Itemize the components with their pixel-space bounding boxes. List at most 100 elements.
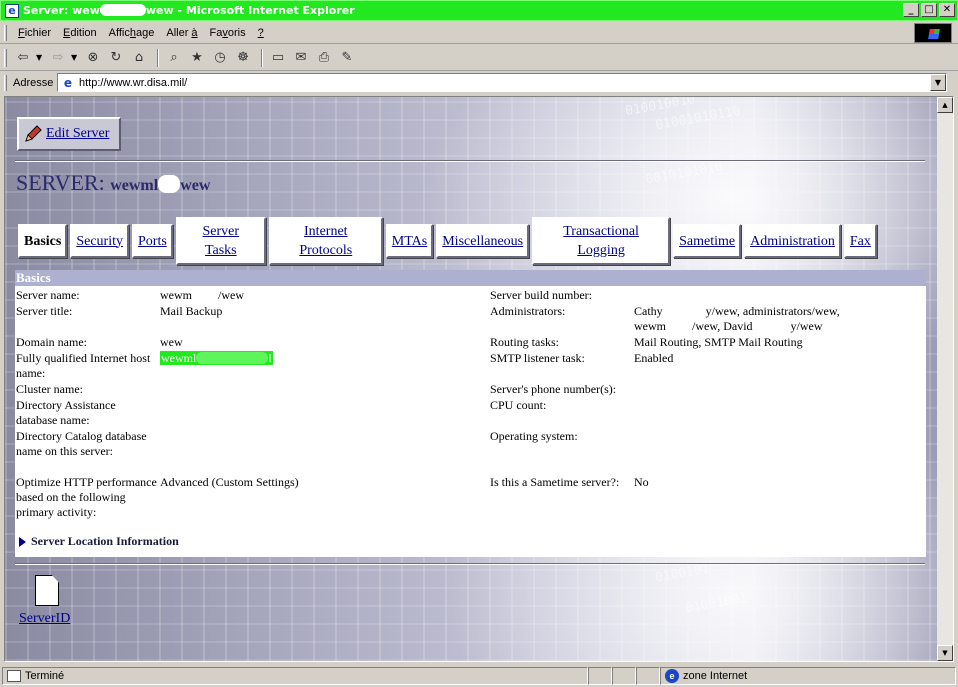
menu-help[interactable]: ?: [252, 27, 270, 39]
content-viewport: 010010010 01001010110 0010101010 0100101…: [4, 96, 954, 662]
tab-security-link[interactable]: Security: [76, 232, 123, 251]
print-icon[interactable]: ⎙: [314, 48, 334, 68]
vertical-scrollbar[interactable]: ▲ ▼: [937, 97, 953, 661]
server-name-value: wewm/wew: [160, 288, 244, 302]
toolbar-separator: [261, 48, 263, 67]
address-grip: [4, 75, 7, 91]
status-cell: [588, 666, 612, 685]
toolbar-separator: [157, 48, 159, 67]
menu-affichage[interactable]: Affichage: [103, 27, 161, 39]
basics-section-header: Basics: [15, 270, 926, 286]
minimize-button[interactable]: _: [903, 3, 919, 17]
page-done-icon: [7, 669, 21, 682]
field-label: Administrators:: [490, 304, 566, 318]
field-label: SMTP listener task:: [490, 351, 585, 365]
field-label: Operating system:: [490, 429, 578, 443]
toolbar-grip: [4, 48, 7, 67]
field-label: Directory Catalog database name on this …: [16, 429, 147, 458]
home-icon[interactable]: ⌂: [129, 48, 149, 68]
edit-server-link[interactable]: Edit Server: [46, 126, 109, 142]
fullscreen-icon[interactable]: ▭: [268, 48, 288, 68]
zone-cell: e zone Internet: [660, 666, 956, 685]
divider: [15, 563, 925, 565]
close-button[interactable]: ✕: [939, 3, 955, 17]
windows-logo-icon: [914, 23, 952, 43]
tab-fax[interactable]: Fax: [843, 224, 877, 258]
field-label: Cluster name:: [16, 382, 83, 396]
maximize-button[interactable]: □: [921, 3, 937, 17]
field-label: Directory Assistance database name:: [16, 398, 116, 427]
sametime-server-value: No: [634, 475, 649, 489]
forward-icon[interactable]: ⇨: [48, 48, 68, 68]
tab-transactional-logging[interactable]: Transactional Logging: [532, 217, 671, 265]
back-icon[interactable]: ⇦: [13, 48, 33, 68]
search-icon[interactable]: ⌕: [164, 48, 184, 68]
tab-mtas-link[interactable]: MTAs: [392, 232, 427, 251]
server-location-toggle[interactable]: Server Location Information: [19, 534, 179, 549]
tab-server-tasks-link[interactable]: Server Tasks: [203, 222, 240, 260]
tab-security[interactable]: Security: [70, 224, 129, 258]
channels-icon[interactable]: ☸: [233, 48, 253, 68]
document-icon: [35, 575, 59, 606]
background-binary: 0010101010: [644, 159, 724, 188]
field-label: Optimize HTTP performance based on the f…: [16, 475, 157, 519]
edit-icon[interactable]: ✎: [337, 48, 357, 68]
tab-sametime-link[interactable]: Sametime: [679, 232, 735, 251]
tab-ports-link[interactable]: Ports: [138, 232, 167, 251]
mail-icon[interactable]: ✉: [291, 48, 311, 68]
tab-basics[interactable]: Basics: [18, 224, 68, 258]
field-label: Server build number:: [490, 288, 592, 302]
field-label: Server name:: [16, 288, 80, 302]
server-title-value: Mail Backup: [160, 304, 223, 318]
scroll-up-icon[interactable]: ▲: [937, 97, 953, 113]
tab-miscellaneous[interactable]: Miscellaneous: [436, 224, 530, 258]
internet-zone-icon: e: [665, 668, 679, 683]
scroll-down-icon[interactable]: ▼: [937, 645, 953, 661]
back-dropdown-icon[interactable]: ▼: [36, 53, 44, 62]
tab-server-tasks[interactable]: Server Tasks: [175, 217, 266, 265]
tab-internet-protocols[interactable]: Internet Protocols: [268, 217, 383, 265]
administrators-value: Cathy y/wew, administrators/wew, wewm/we…: [634, 304, 840, 333]
menu-bar: Fichier Edition Affichage Aller à Favori…: [0, 22, 958, 44]
tab-mtas[interactable]: MTAs: [385, 224, 434, 258]
tab-fax-link[interactable]: Fax: [850, 232, 871, 251]
tab-miscellaneous-link[interactable]: Miscellaneous: [442, 232, 523, 251]
tab-ports[interactable]: Ports: [132, 224, 173, 258]
basics-section: Server name: Server title: Domain name: …: [15, 286, 926, 557]
toolbar: ⇦ ▼ ⇨ ▼ ⊗ ↻ ⌂ ⌕ ★ ◷ ☸ ▭ ✉ ⎙ ✎: [0, 45, 958, 71]
window-title: Server: wew wew - Microsoft Internet Expl…: [23, 4, 355, 17]
page-icon: e: [63, 75, 73, 90]
menu-favoris[interactable]: Favoris: [204, 27, 252, 39]
address-input[interactable]: [79, 76, 930, 89]
tab-transactional-logging-link[interactable]: Transactional Logging: [563, 222, 639, 260]
serverid-link[interactable]: ServerID: [19, 611, 70, 627]
pencil-icon: [25, 125, 42, 142]
address-field[interactable]: e ▼: [57, 73, 947, 92]
ie-page-icon[interactable]: e: [5, 3, 19, 18]
status-bar: Terminé e zone Internet: [0, 664, 958, 687]
refresh-icon[interactable]: ↻: [106, 48, 126, 68]
edit-server-button[interactable]: Edit Server: [17, 117, 121, 151]
forward-dropdown-icon[interactable]: ▼: [71, 53, 79, 62]
tab-sametime[interactable]: Sametime: [673, 224, 742, 258]
history-icon[interactable]: ◷: [210, 48, 230, 68]
favorites-icon[interactable]: ★: [187, 48, 207, 68]
tab-internet-protocols-link[interactable]: Internet Protocols: [299, 222, 352, 260]
status-text-cell: Terminé: [2, 666, 588, 685]
tab-administration-link[interactable]: Administration: [750, 232, 835, 251]
address-bar: Adresse e ▼: [0, 72, 958, 94]
address-dropdown-icon[interactable]: ▼: [930, 74, 946, 91]
menu-edition[interactable]: Edition: [57, 27, 103, 39]
field-label: Is this a Sametime server?:: [490, 475, 620, 489]
menu-fichier[interactable]: Fichier: [12, 27, 57, 39]
tab-bar: Basics Security Ports Server Tasks Intern…: [18, 217, 880, 265]
expand-triangle-icon: [19, 536, 26, 547]
web-page: 010010010 01001010110 0010101010 0100101…: [5, 97, 937, 661]
menu-grip: [4, 24, 7, 41]
status-text: Terminé: [25, 669, 65, 682]
serverid-attachment[interactable]: ServerID: [19, 575, 70, 627]
stop-icon[interactable]: ⊗: [83, 48, 103, 68]
menu-aller-a[interactable]: Aller à: [160, 27, 203, 39]
tab-administration[interactable]: Administration: [744, 224, 841, 258]
field-label: Fully qualified Internet host name:: [16, 351, 151, 380]
